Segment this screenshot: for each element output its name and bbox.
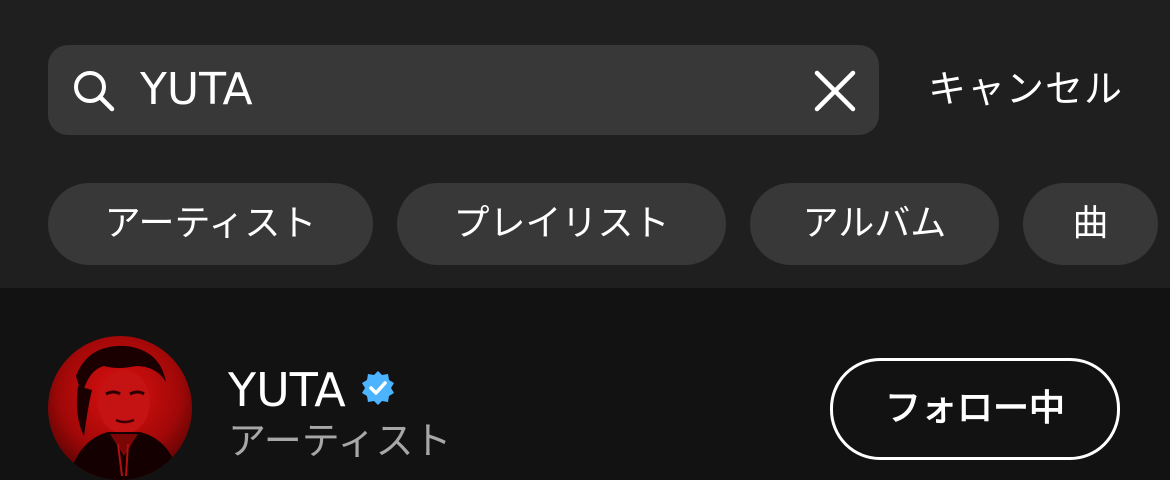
search-result-row[interactable]: YUTA アーティスト フォロー中: [0, 288, 1170, 480]
verified-badge-icon: [362, 371, 394, 405]
cancel-button[interactable]: キャンセル: [928, 64, 1123, 114]
search-input[interactable]: [140, 60, 780, 120]
search-bar[interactable]: [48, 45, 879, 135]
avatar: [48, 336, 192, 480]
filter-chip-artists[interactable]: アーティスト: [48, 183, 373, 265]
result-title: YUTA: [228, 363, 346, 417]
follow-button[interactable]: フォロー中: [830, 358, 1120, 460]
artist-photo: [48, 336, 192, 480]
filter-chip-playlists[interactable]: プレイリスト: [397, 183, 726, 265]
filter-chip-songs[interactable]: 曲: [1023, 183, 1158, 265]
search-header: キャンセル アーティスト プレイリスト アルバム 曲: [0, 0, 1170, 288]
result-subtitle: アーティスト: [228, 419, 452, 463]
close-icon[interactable]: [813, 69, 857, 113]
search-icon: [74, 71, 115, 112]
filter-chip-albums[interactable]: アルバム: [750, 183, 999, 265]
